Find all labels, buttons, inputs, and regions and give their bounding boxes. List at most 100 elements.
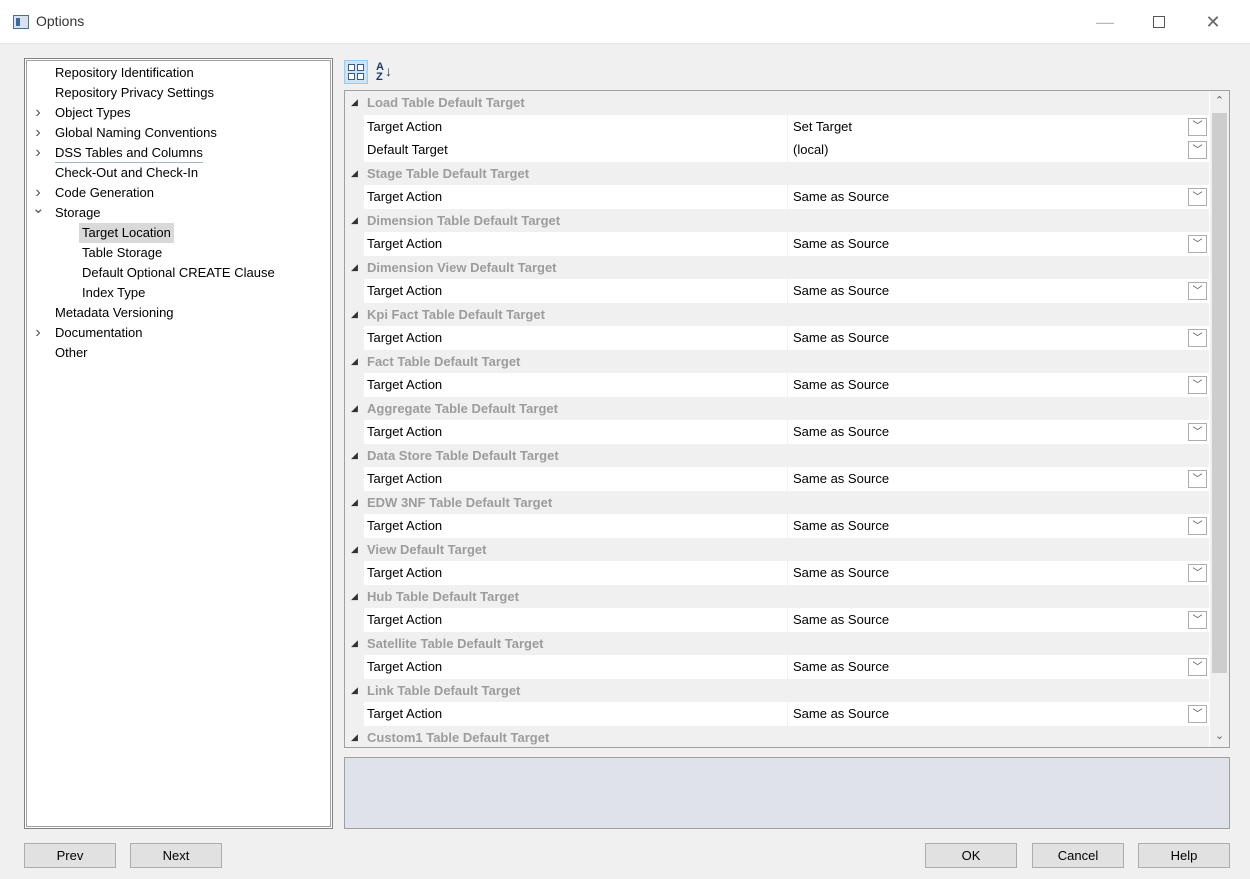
- collapse-triangle-icon[interactable]: ◢: [351, 303, 358, 326]
- category-row[interactable]: ◢ Stage Table Default Target: [345, 161, 1209, 185]
- property-row[interactable]: Target Action Set Target ﹀: [345, 114, 1209, 138]
- category-row[interactable]: ◢ Custom1 Table Default Target: [345, 725, 1209, 748]
- category-row[interactable]: ◢ EDW 3NF Table Default Target: [345, 490, 1209, 514]
- column-divider[interactable]: [787, 608, 788, 632]
- ok-button[interactable]: OK: [925, 843, 1017, 868]
- dropdown-button[interactable]: ﹀: [1188, 329, 1207, 347]
- tree-item[interactable]: Index Type: [25, 283, 332, 303]
- collapse-triangle-icon[interactable]: ◢: [351, 256, 358, 279]
- collapse-triangle-icon[interactable]: ◢: [351, 162, 358, 185]
- property-row[interactable]: Target Action Same as Source ﹀: [345, 655, 1209, 679]
- tree-item[interactable]: › DSS Tables and Columns: [25, 143, 332, 163]
- categorized-button[interactable]: [344, 60, 368, 84]
- minimize-button[interactable]: —: [1082, 0, 1128, 44]
- collapse-triangle-icon[interactable]: ◢: [351, 209, 358, 232]
- category-row[interactable]: ◢ Kpi Fact Table Default Target: [345, 302, 1209, 326]
- property-row[interactable]: Target Action Same as Source ﹀: [345, 514, 1209, 538]
- dropdown-button[interactable]: ﹀: [1188, 705, 1207, 723]
- category-row[interactable]: ◢ Fact Table Default Target: [345, 349, 1209, 373]
- collapse-triangle-icon[interactable]: ◢: [351, 632, 358, 655]
- dropdown-button[interactable]: ﹀: [1188, 141, 1207, 159]
- collapse-triangle-icon[interactable]: ◢: [351, 726, 358, 748]
- category-row[interactable]: ◢ Hub Table Default Target: [345, 584, 1209, 608]
- dropdown-button[interactable]: ﹀: [1188, 376, 1207, 394]
- column-divider[interactable]: [787, 420, 788, 444]
- tree-item[interactable]: Table Storage: [25, 243, 332, 263]
- column-divider[interactable]: [787, 326, 788, 350]
- maximize-button[interactable]: [1136, 0, 1182, 44]
- collapse-triangle-icon[interactable]: ◢: [351, 350, 358, 373]
- dropdown-button[interactable]: ﹀: [1188, 611, 1207, 629]
- dropdown-button[interactable]: ﹀: [1188, 564, 1207, 582]
- column-divider[interactable]: [787, 655, 788, 679]
- property-row[interactable]: Target Action Same as Source ﹀: [345, 326, 1209, 350]
- column-divider[interactable]: [787, 232, 788, 256]
- property-value[interactable]: Same as Source: [793, 326, 889, 349]
- collapse-triangle-icon[interactable]: ◢: [351, 397, 358, 420]
- tree-item[interactable]: ⌄ Storage: [25, 200, 332, 223]
- dropdown-button[interactable]: ﹀: [1188, 117, 1207, 136]
- category-row[interactable]: ◢ View Default Target: [345, 537, 1209, 561]
- category-row[interactable]: ◢ Dimension View Default Target: [345, 255, 1209, 279]
- next-button[interactable]: Next: [130, 843, 222, 868]
- tree-item[interactable]: › Global Naming Conventions: [25, 123, 332, 143]
- category-row[interactable]: ◢ Dimension Table Default Target: [345, 208, 1209, 232]
- alphabetical-button[interactable]: A Z ↓: [372, 60, 396, 84]
- tree-item[interactable]: Metadata Versioning: [25, 303, 332, 323]
- property-value[interactable]: Same as Source: [793, 561, 889, 584]
- collapse-triangle-icon[interactable]: ◢: [351, 585, 358, 608]
- chevron-right-icon[interactable]: ›: [32, 323, 44, 343]
- dropdown-button[interactable]: ﹀: [1188, 470, 1207, 488]
- column-divider[interactable]: [787, 138, 788, 162]
- chevron-right-icon[interactable]: ›: [32, 143, 44, 163]
- property-value[interactable]: Same as Source: [793, 655, 889, 678]
- collapse-triangle-icon[interactable]: ◢: [351, 91, 358, 114]
- property-row[interactable]: Target Action Same as Source ﹀: [345, 702, 1209, 726]
- property-value[interactable]: Same as Source: [793, 232, 889, 255]
- property-value[interactable]: Same as Source: [793, 467, 889, 490]
- collapse-triangle-icon[interactable]: ◢: [351, 444, 358, 467]
- property-row[interactable]: Target Action Same as Source ﹀: [345, 185, 1209, 209]
- property-row[interactable]: Target Action Same as Source ﹀: [345, 467, 1209, 491]
- property-row[interactable]: Target Action Same as Source ﹀: [345, 232, 1209, 256]
- dropdown-button[interactable]: ﹀: [1188, 282, 1207, 300]
- property-value[interactable]: Same as Source: [793, 373, 889, 396]
- property-value[interactable]: Same as Source: [793, 279, 889, 302]
- column-divider[interactable]: [787, 279, 788, 303]
- collapse-triangle-icon[interactable]: ◢: [351, 491, 358, 514]
- close-button[interactable]: ✕: [1190, 0, 1236, 44]
- tree-item[interactable]: Default Optional CREATE Clause: [25, 263, 332, 283]
- property-row[interactable]: Default Target (local) ﹀: [345, 138, 1209, 162]
- category-row[interactable]: ◢ Data Store Table Default Target: [345, 443, 1209, 467]
- column-divider[interactable]: [787, 373, 788, 397]
- chevron-right-icon[interactable]: ›: [32, 103, 44, 123]
- property-value[interactable]: Same as Source: [793, 185, 889, 208]
- collapse-triangle-icon[interactable]: ◢: [351, 538, 358, 561]
- column-divider[interactable]: [787, 114, 788, 138]
- cancel-button[interactable]: Cancel: [1032, 843, 1124, 868]
- property-grid-scrollbar[interactable]: ⌃ ⌄: [1210, 91, 1229, 747]
- scroll-up-icon[interactable]: ⌃: [1210, 93, 1229, 110]
- dropdown-button[interactable]: ﹀: [1188, 658, 1207, 676]
- property-value[interactable]: Same as Source: [793, 420, 889, 443]
- tree-item[interactable]: › Documentation: [25, 323, 332, 343]
- dropdown-button[interactable]: ﹀: [1188, 188, 1207, 206]
- category-row[interactable]: ◢ Satellite Table Default Target: [345, 631, 1209, 655]
- column-divider[interactable]: [787, 467, 788, 491]
- scroll-down-icon[interactable]: ⌄: [1210, 728, 1229, 745]
- tree-item[interactable]: › Code Generation: [25, 183, 332, 203]
- category-row[interactable]: ◢ Load Table Default Target: [345, 91, 1209, 115]
- property-row[interactable]: Target Action Same as Source ﹀: [345, 608, 1209, 632]
- help-button[interactable]: Help: [1138, 843, 1230, 868]
- property-row[interactable]: Target Action Same as Source ﹀: [345, 561, 1209, 585]
- category-row[interactable]: ◢ Link Table Default Target: [345, 678, 1209, 702]
- dropdown-button[interactable]: ﹀: [1188, 235, 1207, 253]
- tree-item[interactable]: Other: [25, 343, 332, 363]
- column-divider[interactable]: [787, 561, 788, 585]
- property-value[interactable]: Same as Source: [793, 702, 889, 725]
- collapse-triangle-icon[interactable]: ◢: [351, 679, 358, 702]
- dropdown-button[interactable]: ﹀: [1188, 423, 1207, 441]
- options-tree[interactable]: Repository Identification Repository Priv…: [24, 58, 333, 829]
- scrollbar-thumb[interactable]: [1212, 113, 1227, 673]
- tree-item[interactable]: Repository Privacy Settings: [25, 83, 332, 103]
